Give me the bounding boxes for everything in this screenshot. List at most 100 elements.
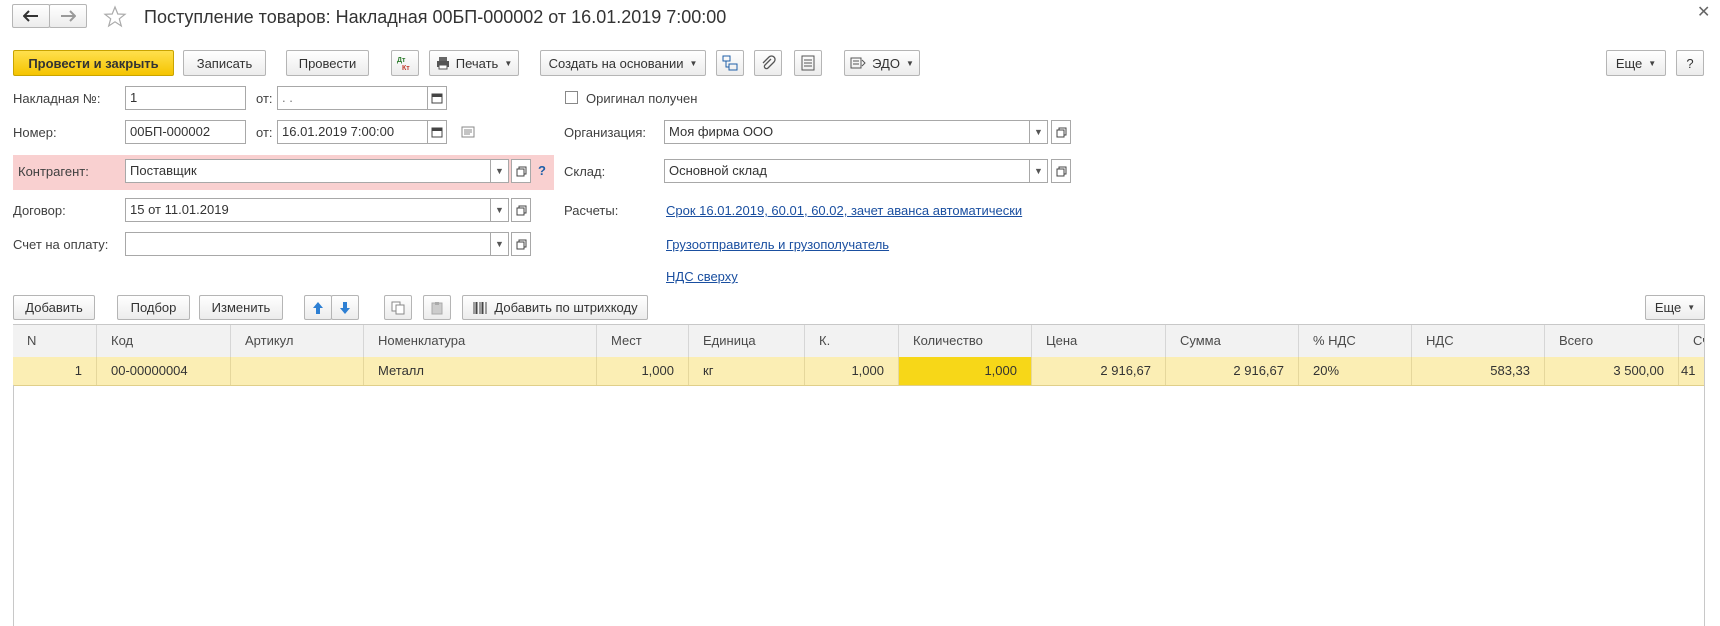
contract-field[interactable]: 15 от 11.01.2019: [125, 198, 491, 222]
chevron-down-icon: ▼: [495, 239, 504, 249]
paste-icon: [431, 301, 443, 314]
cell-total[interactable]: 3 500,00: [1545, 357, 1679, 385]
move-up-button[interactable]: [304, 295, 332, 320]
invoice-pay-dropdown-button[interactable]: ▼: [491, 232, 509, 256]
column-header-account[interactable]: Сч: [1679, 325, 1705, 357]
close-icon[interactable]: ✕: [1697, 2, 1710, 22]
column-header-nomenclature[interactable]: Номенклатура: [364, 325, 597, 357]
column-header-quantity[interactable]: Количество: [899, 325, 1032, 357]
svg-text:Дт: Дт: [397, 57, 406, 64]
original-received-label: Оригинал получен: [586, 91, 698, 106]
help-button[interactable]: ?: [1676, 50, 1704, 76]
report-button[interactable]: [794, 50, 822, 76]
column-header-price[interactable]: Цена: [1032, 325, 1166, 357]
column-header-code[interactable]: Код: [97, 325, 231, 357]
window-title: Поступление товаров: Накладная 00БП-0000…: [144, 7, 727, 27]
column-header-n[interactable]: N: [13, 325, 97, 357]
chevron-down-icon: ▼: [1034, 166, 1043, 176]
selection-button[interactable]: Подбор: [117, 295, 190, 320]
arrow-down-icon: [340, 301, 350, 314]
organization-dropdown-button[interactable]: ▼: [1030, 120, 1048, 144]
change-button[interactable]: Изменить: [199, 295, 283, 320]
settlements-link[interactable]: Срок 16.01.2019, 60.01, 60.02, зачет ава…: [666, 203, 1022, 218]
add-row-button[interactable]: Добавить: [13, 295, 95, 320]
cell-vat[interactable]: 583,33: [1412, 357, 1545, 385]
invoice-date-field[interactable]: . .: [277, 86, 428, 110]
counterparty-field[interactable]: Поставщик: [125, 159, 491, 183]
add-by-barcode-label: Добавить по штрихкоду: [494, 300, 638, 315]
print-button[interactable]: Печать ▼: [429, 50, 519, 76]
column-header-total[interactable]: Всего: [1545, 325, 1679, 357]
cell-places[interactable]: 1,000: [597, 357, 689, 385]
paste-button[interactable]: [423, 295, 451, 320]
table-more-button[interactable]: Еще ▼: [1645, 295, 1705, 320]
post-button[interactable]: Провести: [286, 50, 369, 76]
structure-button[interactable]: [716, 50, 744, 76]
cell-nomenclature[interactable]: Металл: [364, 357, 597, 385]
counterparty-help-icon[interactable]: ?: [538, 163, 546, 178]
cell-n[interactable]: 1: [13, 357, 97, 385]
table-body-empty-area[interactable]: [13, 385, 1706, 626]
cell-price[interactable]: 2 916,67: [1032, 357, 1166, 385]
original-received-checkbox[interactable]: [565, 91, 578, 104]
table-more-label: Еще: [1654, 300, 1682, 315]
favorite-star-icon[interactable]: [103, 5, 127, 29]
warehouse-dropdown-button[interactable]: ▼: [1030, 159, 1048, 183]
attach-button[interactable]: [754, 50, 782, 76]
column-header-vat[interactable]: НДС: [1412, 325, 1545, 357]
cell-unit[interactable]: кг: [689, 357, 805, 385]
calendar-icon: [431, 127, 443, 138]
forward-button[interactable]: [49, 4, 87, 28]
chevron-down-icon: ▼: [504, 58, 513, 68]
column-header-places[interactable]: Мест: [597, 325, 689, 357]
table-row[interactable]: 1 00-00000004 Металл 1,000 кг 1,000 1,00…: [13, 357, 1705, 386]
printer-icon: [436, 57, 449, 70]
column-header-sum[interactable]: Сумма: [1166, 325, 1299, 357]
invoice-number-field[interactable]: 1: [125, 86, 246, 110]
cell-article[interactable]: [231, 357, 364, 385]
cell-account[interactable]: 41: [1679, 357, 1705, 385]
organization-field[interactable]: Моя фирма ООО: [664, 120, 1030, 144]
cell-vat-rate[interactable]: 20%: [1299, 357, 1412, 385]
back-button[interactable]: [12, 4, 50, 28]
warehouse-field[interactable]: Основной склад: [664, 159, 1030, 183]
comment-icon[interactable]: [461, 126, 475, 138]
vat-on-top-link[interactable]: НДС сверху: [666, 269, 738, 284]
counterparty-dropdown-button[interactable]: ▼: [491, 159, 509, 183]
open-window-icon: [516, 239, 526, 249]
invoice-pay-field[interactable]: [125, 232, 491, 256]
dt-kt-button[interactable]: Дт Кт: [391, 50, 419, 76]
counterparty-open-button[interactable]: [511, 159, 531, 183]
chevron-down-icon: ▼: [1648, 58, 1657, 68]
dt-kt-icon: ДтКт: [397, 57, 410, 72]
column-header-coefficient[interactable]: К.: [805, 325, 899, 357]
svg-text:Кт: Кт: [402, 65, 410, 72]
post-and-close-button[interactable]: Провести и закрыть: [13, 50, 174, 76]
invoice-pay-open-button[interactable]: [511, 232, 531, 256]
calendar-button[interactable]: [427, 86, 447, 110]
create-based-on-button[interactable]: Создать на основании ▼: [540, 50, 706, 76]
cell-quantity[interactable]: 1,000: [899, 357, 1032, 385]
number-date-field[interactable]: 16.01.2019 7:00:00: [277, 120, 428, 144]
arrow-left-icon: [23, 10, 38, 22]
cell-sum[interactable]: 2 916,67: [1166, 357, 1299, 385]
shipper-consignee-link[interactable]: Грузоотправитель и грузополучатель: [666, 237, 889, 252]
copy-button[interactable]: [384, 295, 412, 320]
open-window-icon: [1056, 127, 1066, 137]
contract-dropdown-button[interactable]: ▼: [491, 198, 509, 222]
cell-code[interactable]: 00-00000004: [97, 357, 231, 385]
add-by-barcode-button[interactable]: Добавить по штрихкоду: [462, 295, 648, 320]
cell-coefficient[interactable]: 1,000: [805, 357, 899, 385]
column-header-unit[interactable]: Единица: [689, 325, 805, 357]
contract-open-button[interactable]: [511, 198, 531, 222]
more-button[interactable]: Еще ▼: [1606, 50, 1666, 76]
column-header-vat-rate[interactable]: % НДС: [1299, 325, 1412, 357]
warehouse-open-button[interactable]: [1051, 159, 1071, 183]
number-field[interactable]: 00БП-000002: [125, 120, 246, 144]
column-header-article[interactable]: Артикул: [231, 325, 364, 357]
save-button[interactable]: Записать: [183, 50, 266, 76]
move-down-button[interactable]: [331, 295, 359, 320]
edo-button[interactable]: ЭДО ▼: [844, 50, 920, 76]
organization-open-button[interactable]: [1051, 120, 1071, 144]
calendar-button[interactable]: [427, 120, 447, 144]
